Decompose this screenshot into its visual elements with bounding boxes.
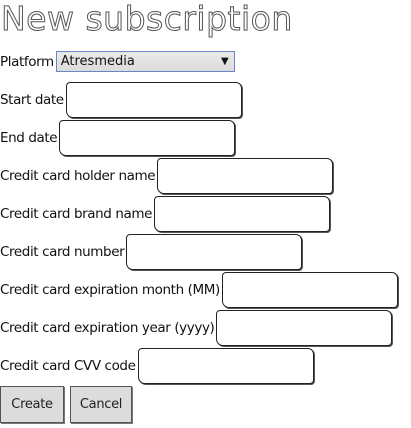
platform-selected-value: Atresmedia	[60, 54, 135, 69]
card-number-row: Credit card number	[0, 234, 303, 270]
exp-year-label: Credit card expiration year (yyyy)	[0, 320, 215, 336]
exp-month-row: Credit card expiration month (MM)	[0, 272, 398, 308]
exp-month-label: Credit card expiration month (MM)	[0, 282, 220, 298]
create-button[interactable]: Create	[0, 386, 64, 423]
end-date-row: End date	[0, 120, 236, 156]
end-date-input[interactable]	[59, 120, 236, 156]
exp-month-input[interactable]	[221, 272, 398, 308]
brand-name-label: Credit card brand name	[0, 206, 153, 222]
platform-label: Platform	[0, 53, 54, 70]
holder-name-label: Credit card holder name	[0, 168, 156, 184]
cvv-row: Credit card CVV code	[0, 348, 314, 384]
start-date-row: Start date	[0, 82, 242, 118]
brand-name-row: Credit card brand name	[0, 196, 331, 232]
start-date-input[interactable]	[65, 82, 242, 118]
holder-name-input[interactable]	[157, 158, 334, 194]
end-date-label: End date	[0, 130, 58, 146]
exp-year-input[interactable]	[216, 310, 393, 346]
card-number-label: Credit card number	[0, 244, 125, 260]
card-number-input[interactable]	[126, 234, 303, 270]
start-date-label: Start date	[0, 92, 64, 108]
cvv-label: Credit card CVV code	[0, 358, 136, 374]
exp-year-row: Credit card expiration year (yyyy)	[0, 310, 393, 346]
cvv-input[interactable]	[137, 348, 314, 384]
platform-select[interactable]: Atresmedia ▼	[55, 51, 235, 72]
cancel-button[interactable]: Cancel	[70, 386, 132, 423]
holder-name-row: Credit card holder name	[0, 158, 334, 194]
platform-row: Platform Atresmedia ▼	[0, 51, 235, 72]
chevron-down-icon: ▼	[221, 56, 229, 67]
brand-name-input[interactable]	[154, 196, 331, 232]
page-title: New subscription	[1, 0, 293, 38]
